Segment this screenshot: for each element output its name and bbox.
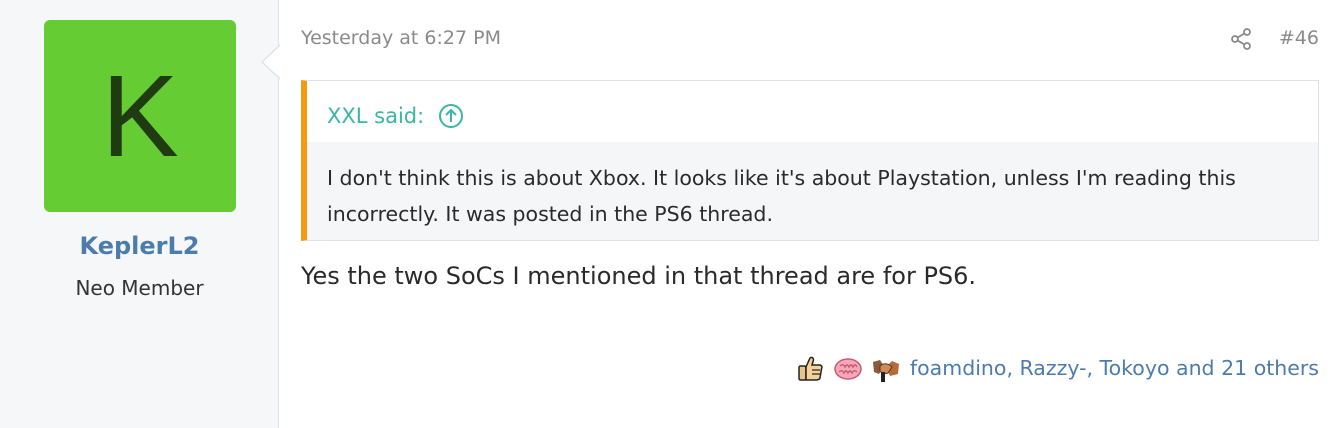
handshake-icon (870, 352, 902, 384)
arrow-up-circle-icon[interactable] (438, 103, 464, 129)
quote-header: XXL said: (327, 101, 464, 131)
avatar[interactable]: K (44, 20, 236, 212)
brain-icon (832, 352, 864, 384)
user-title: Neo Member (75, 276, 204, 300)
post-body: Yes the two SoCs I mentioned in that thr… (301, 262, 977, 290)
share-icon[interactable] (1229, 27, 1253, 51)
reactions-bar[interactable]: foamdino, Razzy-, Tokoyo and 21 others (794, 350, 1319, 386)
quote-text: I don't think this is about Xbox. It loo… (307, 142, 1318, 240)
username-link[interactable]: KeplerL2 (0, 232, 279, 260)
thumbs-up-icon (794, 352, 826, 384)
user-sidebar: K KeplerL2 Neo Member (0, 0, 279, 428)
reactions-summary-link[interactable]: foamdino, Razzy-, Tokoyo and 21 others (910, 356, 1319, 380)
post-pointer-arrow-inner (263, 45, 281, 79)
post-date[interactable]: Yesterday at 6:27 PM (301, 27, 501, 49)
quote-block: XXL said: I don't think this is about Xb… (301, 80, 1319, 241)
avatar-letter: K (101, 51, 179, 181)
quote-author-link[interactable]: XXL said: (327, 104, 424, 128)
post-number-link[interactable]: #46 (1279, 27, 1319, 49)
